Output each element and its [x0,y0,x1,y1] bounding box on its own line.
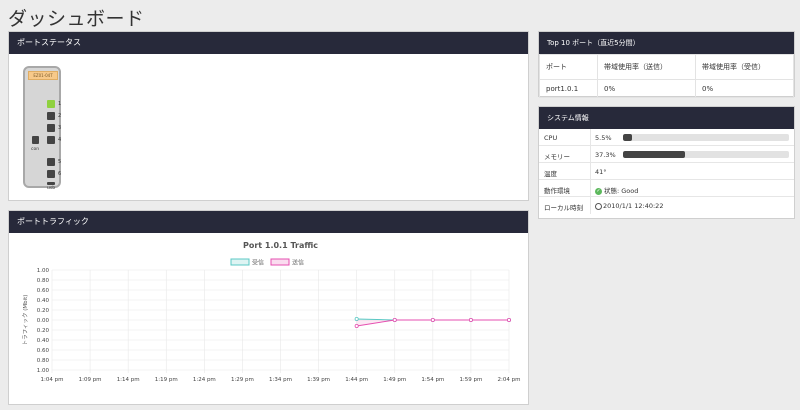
legend-swatch-0 [230,258,250,266]
cpu-label: CPU [544,134,558,142]
y-tick-label: 1.00 [37,368,50,374]
cpu-usage-bar [623,134,789,141]
top10-cell-rx: 0% [695,79,794,98]
y-tick-label: 0.60 [37,288,50,294]
device-model-label: EZ01-04T [28,71,58,80]
table-row: port1.0.1 0% 0% [539,79,794,98]
system-info-header: システム情報 [539,107,794,129]
x-tick-label: 1:19 pm [155,377,178,383]
usb-port-label: usb [47,186,56,191]
y-tick-label: 0.00 [37,318,50,324]
series-1-point-4 [506,318,511,323]
top10-cell-port: port1.0.1 [539,79,598,98]
port-4-indicator[interactable] [47,136,55,144]
port-2-number: 2 [58,113,62,119]
top10-header: Top 10 ポート（直近5分間） [539,32,794,54]
port-6-number: 6 [58,171,62,177]
top10-col-port: ポート [539,54,598,80]
chart-title: Port 1.0.1 Traffic [243,241,318,250]
x-tick-label: 1:59 pm [459,377,482,383]
local-time-label: ローカル時刻 [544,204,583,212]
y-axis-label: トラフィック (Mbit) [22,295,29,346]
series-1-point-0 [354,324,359,329]
port-5-number: 5 [58,159,62,165]
console-port-icon [32,136,39,144]
port-6-indicator[interactable] [47,170,55,178]
x-tick-label: 1:44 pm [345,377,368,383]
y-tick-label: 0.40 [37,298,50,304]
top10-col-tx: 帯域使用率（送信） [597,54,696,80]
top10-cell-tx: 0% [597,79,696,98]
legend-label-0: 受信 [252,259,264,267]
y-tick-label: 0.80 [37,358,50,364]
x-tick-label: 1:39 pm [307,377,330,383]
port-1-number: 1 [58,101,62,107]
x-tick-label: 1:09 pm [79,377,102,383]
y-tick-label: 1.00 [37,268,50,274]
x-tick-label: 1:14 pm [117,377,140,383]
x-tick-label: 1:24 pm [193,377,216,383]
top10-panel: Top 10 ポート（直近5分間） ポート 帯域使用率（送信） 帯域使用率（受信… [538,31,795,98]
memory-label: メモリー [544,153,570,161]
environment-label: 動作環境 [544,187,570,195]
x-tick-label: 2:04 pm [498,377,521,383]
y-tick-label: 0.20 [37,328,50,334]
clock-icon [595,202,602,210]
local-time-row: ローカル時刻 2010/1/1 12:40:22 [539,197,794,214]
local-time-value: 2010/1/1 12:40:22 [603,202,664,210]
port-traffic-header: ポートトラフィック [9,211,528,233]
x-tick-label: 1:49 pm [383,377,406,383]
temperature-row: 温度 41° [539,163,794,180]
x-tick-label: 1:04 pm [41,377,64,383]
environment-value: 状態: Good [604,187,639,195]
memory-value: 37.3% [595,151,616,159]
top10-col-rx: 帯域使用率（受信） [695,54,794,80]
legend-swatch-1 [270,258,290,266]
port-1-indicator[interactable] [47,100,55,108]
system-info-panel: システム情報 CPU 5.5% メモリー 37.3% 温度 41° 動作環境 ✓… [538,106,795,219]
y-tick-label: 0.20 [37,308,50,314]
cpu-row: CPU 5.5% [539,129,794,146]
port-status-header: ポートステータス [9,32,528,54]
x-tick-label: 1:54 pm [421,377,444,383]
traffic-chart: Port 1.0.1 Traffic 受信 送信 1.00 0.80 0.60 0.40 0.… [22,241,521,383]
environment-row: 動作環境 ✓ 状態: Good [539,180,794,197]
series-1-point-1 [392,318,397,323]
x-tick-label: 1:34 pm [269,377,292,383]
y-tick-label: 0.60 [37,348,50,354]
console-port-label: con [31,147,40,152]
temperature-label: 温度 [544,170,557,178]
series-1-point-2 [430,318,435,323]
page-title: ダッシュボード [8,8,145,30]
x-tick-label: 1:29 pm [231,377,254,383]
port-3-number: 3 [58,125,62,131]
check-circle-icon: ✓ [595,187,602,195]
series-1-point-3 [468,318,473,323]
y-tick-label: 0.40 [37,338,50,344]
usb-port-icon [47,182,55,185]
port-5-indicator[interactable] [47,158,55,166]
cpu-value: 5.5% [595,134,612,142]
port-4-number: 4 [58,137,62,143]
port-2-indicator[interactable] [47,112,55,120]
memory-usage-fill [623,151,685,158]
cpu-usage-fill [623,134,633,141]
temperature-value: 41° [595,168,607,176]
y-tick-label: 0.80 [37,278,50,284]
memory-usage-bar [623,151,789,158]
device-image: EZ01-04T 1 2 3 4 con 5 6 usb [23,66,62,191]
memory-row: メモリー 37.3% [539,146,794,163]
port-3-indicator[interactable] [47,124,55,132]
top10-table: ポート 帯域使用率（送信） 帯域使用率（受信） port1.0.1 0% 0% [539,54,794,98]
port-traffic-panel: ポートトラフィック Port 1.0.1 Traffic 受信 送信 1.00 0.80… [8,210,529,405]
port-status-panel: ポートステータス EZ01-04T 1 2 3 4 con 5 6 usb [8,31,529,201]
legend-label-1: 送信 [292,259,304,267]
